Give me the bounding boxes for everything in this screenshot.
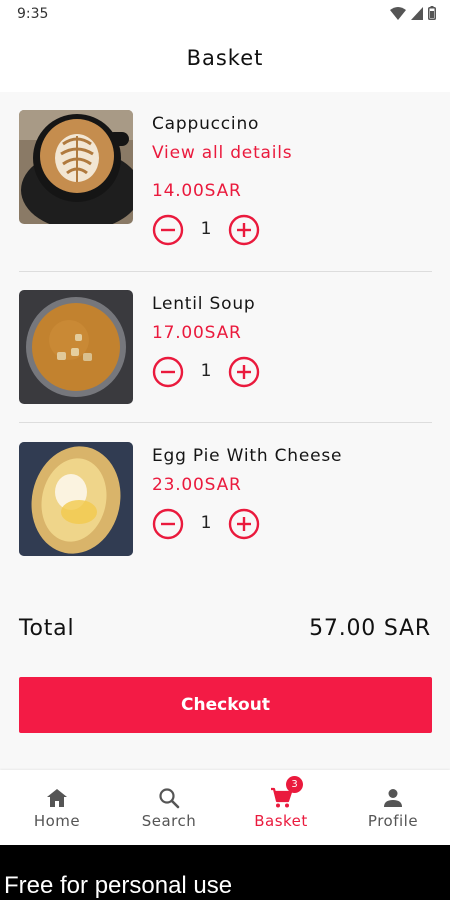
minus-circle-icon — [152, 214, 184, 246]
item-name: Egg Pie With Cheese — [152, 446, 343, 466]
increase-quantity-button[interactable] — [228, 508, 260, 540]
nav-label: Profile — [367, 812, 419, 830]
nav-label: Home — [33, 812, 81, 830]
wifi-icon — [390, 6, 406, 20]
decrease-quantity-button[interactable] — [152, 508, 184, 540]
watermark-bar: Free for personal use — [0, 845, 450, 900]
divider — [19, 422, 432, 423]
view-details-link[interactable]: View all details — [152, 143, 292, 163]
basket-item-lentil-soup: Lentil Soup 17.00SAR 1 — [0, 290, 450, 440]
plus-circle-icon — [228, 214, 260, 246]
nav-item-search[interactable]: Search — [113, 770, 225, 845]
nav-item-home[interactable]: Home — [1, 770, 113, 845]
item-name: Lentil Soup — [152, 294, 256, 314]
item-price: 14.00SAR — [152, 181, 242, 201]
home-icon — [47, 789, 67, 807]
cart-count-badge: 3 — [286, 776, 303, 793]
basket-item-egg-pie: Egg Pie With Cheese 23.00SAR 1 — [0, 442, 450, 592]
checkout-button[interactable]: Checkout — [19, 677, 432, 733]
item-price: 17.00SAR — [152, 323, 242, 343]
item-image-lentil-soup — [19, 290, 133, 404]
status-time: 9:35 — [17, 6, 49, 22]
decrease-quantity-button[interactable] — [152, 356, 184, 388]
total-label: Total — [19, 616, 75, 641]
minus-circle-icon — [152, 356, 184, 388]
quantity-value: 1 — [200, 513, 212, 533]
increase-quantity-button[interactable] — [228, 214, 260, 246]
signal-icon — [411, 6, 423, 20]
bottom-nav: Home Search 3 Basket Profile — [0, 770, 450, 845]
nav-label: Search — [141, 812, 197, 830]
item-name: Cappuccino — [152, 114, 260, 134]
basket-content: Cappuccino View all details 14.00SAR 1 L… — [0, 92, 450, 770]
status-bar: 9:35 — [0, 0, 450, 30]
minus-circle-icon — [152, 508, 184, 540]
status-icons — [390, 6, 436, 20]
quantity-value: 1 — [200, 361, 212, 381]
increase-quantity-button[interactable] — [228, 356, 260, 388]
quantity-stepper: 1 — [152, 356, 260, 388]
divider — [19, 271, 432, 272]
quantity-stepper: 1 — [152, 214, 260, 246]
item-image-cappuccino — [19, 110, 133, 224]
app-header: Basket — [0, 30, 450, 92]
plus-circle-icon — [228, 356, 260, 388]
decrease-quantity-button[interactable] — [152, 214, 184, 246]
quantity-value: 1 — [200, 219, 212, 239]
search-icon — [159, 788, 180, 809]
person-icon — [384, 789, 402, 807]
basket-item-cappuccino: Cappuccino View all details 14.00SAR 1 — [0, 110, 450, 260]
watermark-text: Free for personal use — [4, 872, 233, 899]
plus-circle-icon — [228, 508, 260, 540]
item-image-egg-pie — [19, 442, 133, 556]
page-title: Basket — [186, 46, 264, 70]
battery-icon — [428, 6, 436, 20]
quantity-stepper: 1 — [152, 508, 260, 540]
nav-item-basket[interactable]: 3 Basket — [225, 770, 337, 845]
nav-item-profile[interactable]: Profile — [337, 770, 449, 845]
nav-label: Basket — [254, 812, 308, 830]
item-price: 23.00SAR — [152, 475, 242, 495]
total-value: 57.00 SAR — [309, 616, 431, 641]
